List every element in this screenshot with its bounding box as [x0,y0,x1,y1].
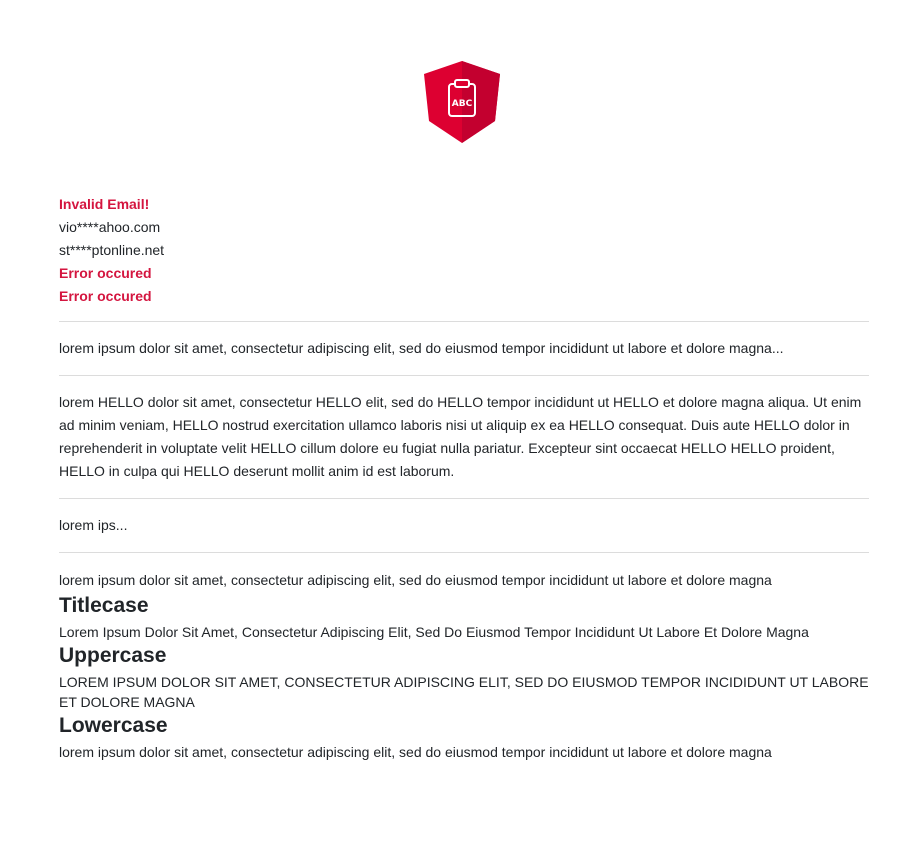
email-list: Invalid Email! vio****ahoo.com st****pto… [59,193,869,308]
masked-email: vio****ahoo.com [59,219,161,235]
clipboard-abc-icon: ABC [424,61,500,143]
email-error-message: Invalid Email! [59,196,150,212]
truncated-section: lorem ipsum dolor sit amet, consectetur … [59,322,869,375]
uppercase-text: LOREM IPSUM DOLOR SIT AMET, CONSECTETUR … [59,674,869,710]
short-truncated-section: lorem ips... [59,499,869,552]
app-logo: ABC [424,61,500,143]
masked-email: st****ptonline.net [59,242,165,258]
short-truncated-text: lorem ips... [59,517,128,533]
plain-text: lorem ipsum dolor sit amet, consectetur … [59,572,772,588]
email-error-message: Error occured [59,265,152,281]
replaced-text: lorem HELLO dolor sit amet, consectetur … [59,394,862,479]
logo-text: ABC [452,99,473,109]
titlecase-text: Lorem Ipsum Dolor Sit Amet, Consectetur … [59,624,809,640]
lowercase-heading: Lowercase [59,714,168,737]
titlecase-heading: Titlecase [59,594,149,617]
uppercase-heading: Uppercase [59,644,167,667]
email-error-message: Error occured [59,288,152,304]
truncated-text: lorem ipsum dolor sit amet, consectetur … [59,340,784,356]
case-section: lorem ipsum dolor sit amet, consectetur … [59,553,869,762]
replaced-section: lorem HELLO dolor sit amet, consectetur … [59,376,869,498]
lowercase-text: lorem ipsum dolor sit amet, consectetur … [59,744,772,760]
main-content: Invalid Email! vio****ahoo.com st****pto… [59,193,869,762]
